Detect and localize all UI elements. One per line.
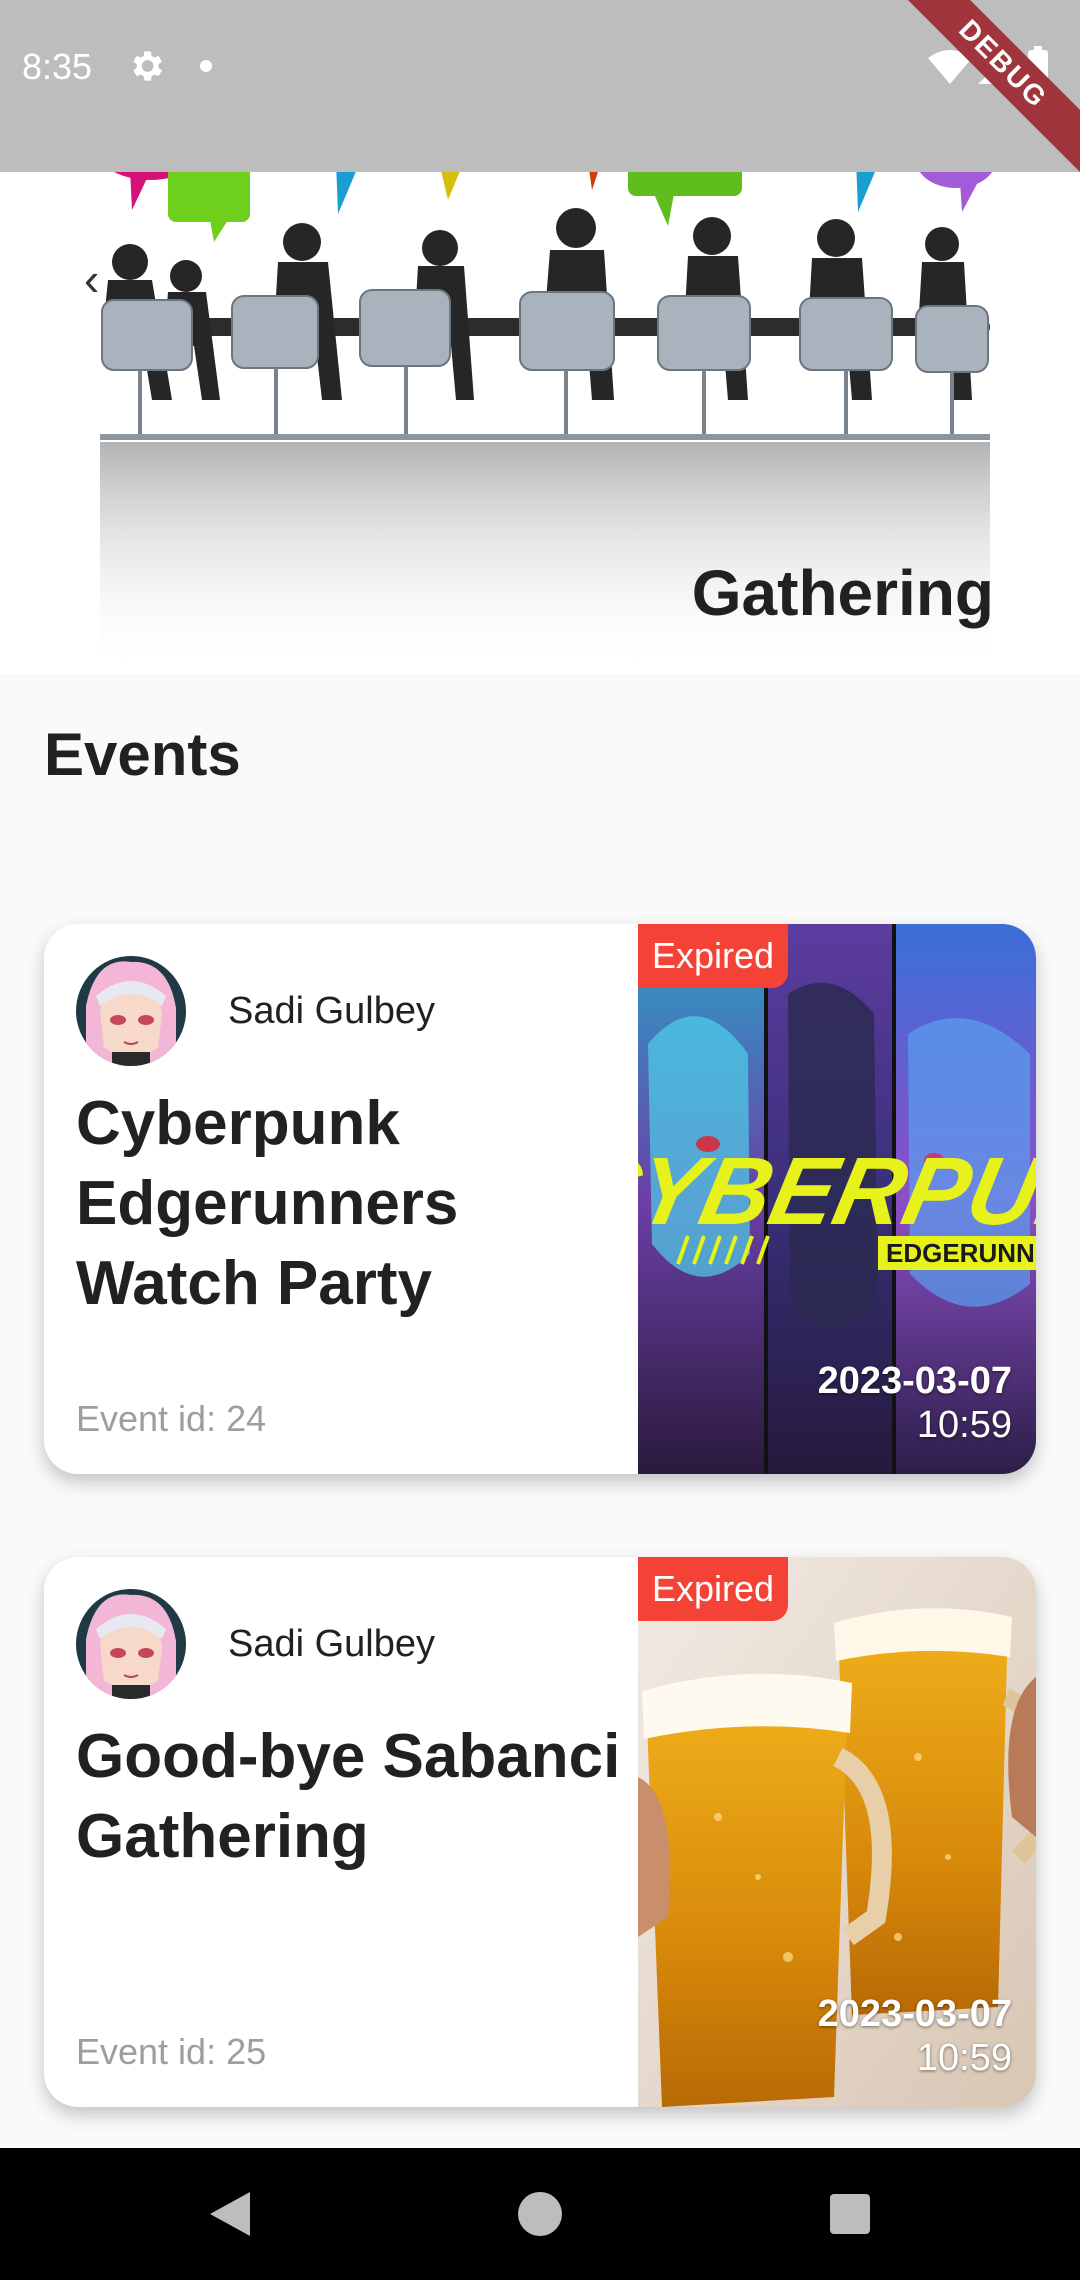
back-arrow-icon[interactable]: ‹ xyxy=(84,252,99,306)
header-title: Gathering xyxy=(691,557,994,629)
expired-badge: Expired xyxy=(638,1557,789,1621)
status-time: 8:35 xyxy=(22,46,93,87)
event-title: Cyberpunk Edgerunners Watch Party xyxy=(76,1089,459,1318)
nav-home-icon[interactable] xyxy=(518,2192,562,2236)
event-date: 2023-03-07 xyxy=(817,1360,1012,1402)
gear-icon xyxy=(133,51,162,81)
expired-badge: Expired xyxy=(638,924,789,988)
event-title: Good-bye Sabanci Gathering xyxy=(76,1722,621,1871)
event-card[interactable]: Sadi Gulbey Cyberpunk Edgerunners Watch … xyxy=(44,924,1036,1474)
event-card[interactable]: Sadi Gulbey Good-bye Sabanci Gathering E… xyxy=(44,1557,1036,2107)
event-time: 10:59 xyxy=(916,2037,1012,2079)
avatar xyxy=(76,1589,186,1699)
image-subtitle-text: EDGERUNNERS xyxy=(886,1238,1036,1268)
nav-back-icon[interactable] xyxy=(204,2188,254,2240)
event-author: Sadi Gulbey xyxy=(228,1623,436,1665)
event-image: Expired 2023-03-07 10:59 xyxy=(638,1557,1036,2107)
navigation-bar xyxy=(0,2148,1080,2280)
event-id: Event id: 25 xyxy=(76,2031,267,2072)
event-time: 10:59 xyxy=(916,1404,1012,1446)
event-id: Event id: 24 xyxy=(76,1398,267,1439)
event-date: 2023-03-07 xyxy=(817,1993,1012,2035)
event-image: CYBERPUNK EDGERUNNERS Expired 2023-03-07… xyxy=(638,924,1036,1474)
image-title-text: CYBERPUNK xyxy=(638,1137,1036,1245)
avatar xyxy=(76,956,186,1066)
event-author: Sadi Gulbey xyxy=(228,990,436,1032)
nav-recent-icon[interactable] xyxy=(830,2194,870,2234)
status-bar: 8:35 xyxy=(0,0,1080,172)
section-title: Events xyxy=(44,721,241,788)
notification-dot-icon xyxy=(200,60,212,72)
